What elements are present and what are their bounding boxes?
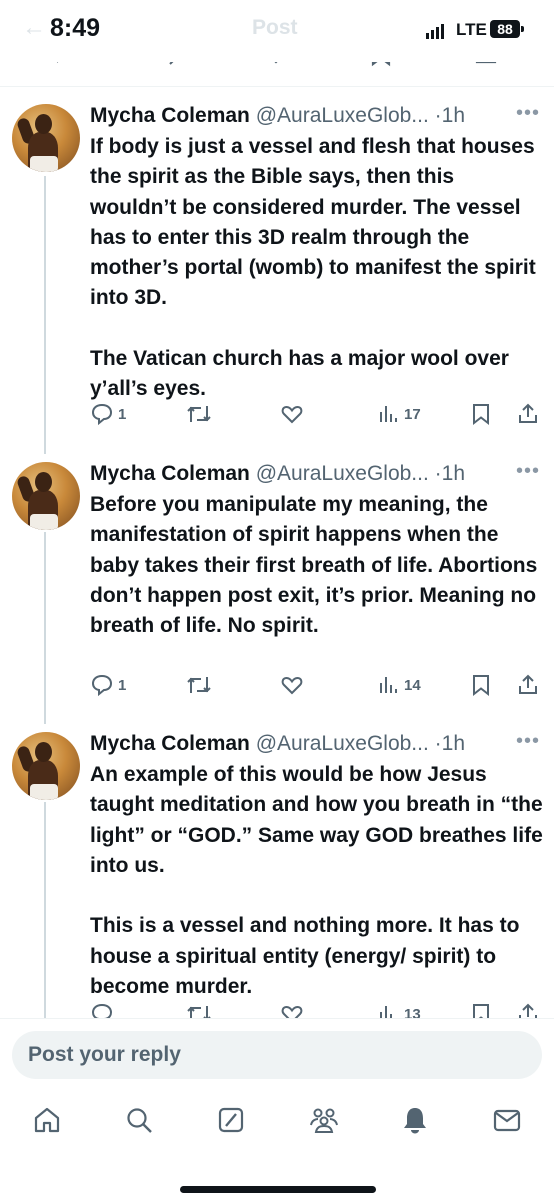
views-button[interactable]: 17 <box>378 402 421 426</box>
back-arrow-icon[interactable]: ← <box>22 14 46 42</box>
more-options-icon[interactable]: ••• <box>516 102 540 125</box>
author-handle[interactable]: @AuraLuxeGlob... <box>256 732 429 755</box>
bottom-nav <box>0 1099 554 1149</box>
search-icon[interactable] <box>124 1105 154 1135</box>
heart-icon <box>281 405 303 424</box>
post-time[interactable]: 1h <box>442 732 465 755</box>
like-button[interactable] <box>280 673 308 697</box>
views-button[interactable]: 14 <box>378 673 421 697</box>
signal-icon <box>426 24 444 39</box>
repost-icon <box>187 406 211 422</box>
status-bar: ← Post 8:49 LTE 88 <box>0 0 554 62</box>
author-handle[interactable]: @AuraLuxeGlob... <box>256 104 429 127</box>
view-count: 14 <box>404 676 421 694</box>
post-time[interactable]: 1h <box>442 104 465 127</box>
separator-dot: · <box>434 104 442 127</box>
author-name[interactable]: Mycha Coleman <box>90 462 250 485</box>
reply-placeholder: Post your reply <box>28 1043 181 1066</box>
repost-button[interactable] <box>186 673 216 697</box>
separator-dot: · <box>434 462 442 485</box>
avatar[interactable] <box>12 732 80 800</box>
like-button[interactable] <box>280 402 308 426</box>
tweet-text: If body is just a vessel and flesh that … <box>90 135 536 401</box>
divider <box>0 86 554 87</box>
bookmark-icon <box>473 675 489 697</box>
reply-button[interactable]: 1 <box>90 673 126 697</box>
tweet-header: Mycha Coleman @AuraLuxeGlob... ·1h ••• <box>90 730 540 762</box>
analytics-icon <box>380 677 397 693</box>
home-indicator <box>180 1186 376 1193</box>
share-button[interactable] <box>516 673 540 697</box>
view-count: 17 <box>404 405 421 423</box>
tweet-text: Before you manipulate my meaning, the ma… <box>90 493 544 638</box>
heart-icon <box>281 676 303 695</box>
reply-input[interactable]: Post your reply <box>12 1031 542 1079</box>
network-label: LTE <box>456 20 487 39</box>
more-options-icon[interactable]: ••• <box>516 460 540 483</box>
tweet-header: Mycha Coleman @AuraLuxeGlob... ·1h ••• <box>90 460 540 492</box>
reply-count: 1 <box>118 405 127 423</box>
messages-icon[interactable] <box>492 1105 522 1135</box>
reply-icon <box>91 674 113 697</box>
author-handle[interactable]: @AuraLuxeGlob... <box>256 462 429 485</box>
reply-count: 1 <box>118 676 127 694</box>
battery-icon: 88 <box>490 20 524 38</box>
grok-icon[interactable] <box>216 1105 246 1135</box>
reply-button[interactable]: 1 <box>90 402 126 426</box>
home-icon[interactable] <box>32 1105 62 1135</box>
more-options-icon[interactable]: ••• <box>516 730 540 753</box>
tweet-header: Mycha Coleman @AuraLuxeGlob... ·1h ••• <box>90 102 540 134</box>
tweet[interactable]: Mycha Coleman @AuraLuxeGlob... ·1h ••• I… <box>0 102 554 444</box>
page-title: Post <box>252 16 298 39</box>
author-name[interactable]: Mycha Coleman <box>90 104 250 127</box>
repost-icon <box>187 677 211 693</box>
reply-icon <box>91 403 113 426</box>
bookmark-button[interactable] <box>470 673 492 697</box>
battery-level: 88 <box>497 21 513 37</box>
status-time: 8:49 <box>50 14 101 42</box>
analytics-icon <box>380 406 397 422</box>
communities-icon[interactable] <box>308 1105 340 1135</box>
tweet-text: An example of this would be how Jesus ta… <box>90 763 543 999</box>
share-icon <box>519 674 537 694</box>
tweet[interactable]: Mycha Coleman @AuraLuxeGlob... ·1h ••• A… <box>0 730 554 1032</box>
share-icon <box>519 403 537 423</box>
author-name[interactable]: Mycha Coleman <box>90 732 250 755</box>
repost-button[interactable] <box>186 402 216 426</box>
post-time[interactable]: 1h <box>442 462 465 485</box>
bookmark-button[interactable] <box>470 402 492 426</box>
tweet-actions: 1 14 <box>90 673 542 701</box>
separator-dot: · <box>434 732 442 755</box>
avatar[interactable] <box>12 462 80 530</box>
share-button[interactable] <box>516 402 540 426</box>
bookmark-icon <box>473 404 489 426</box>
tweet-actions: 1 17 <box>90 402 542 430</box>
tweet[interactable]: Mycha Coleman @AuraLuxeGlob... ·1h ••• B… <box>0 460 554 712</box>
notifications-icon[interactable] <box>400 1105 430 1135</box>
avatar[interactable] <box>12 104 80 172</box>
bottom-area: Post your reply <box>0 1018 554 1201</box>
